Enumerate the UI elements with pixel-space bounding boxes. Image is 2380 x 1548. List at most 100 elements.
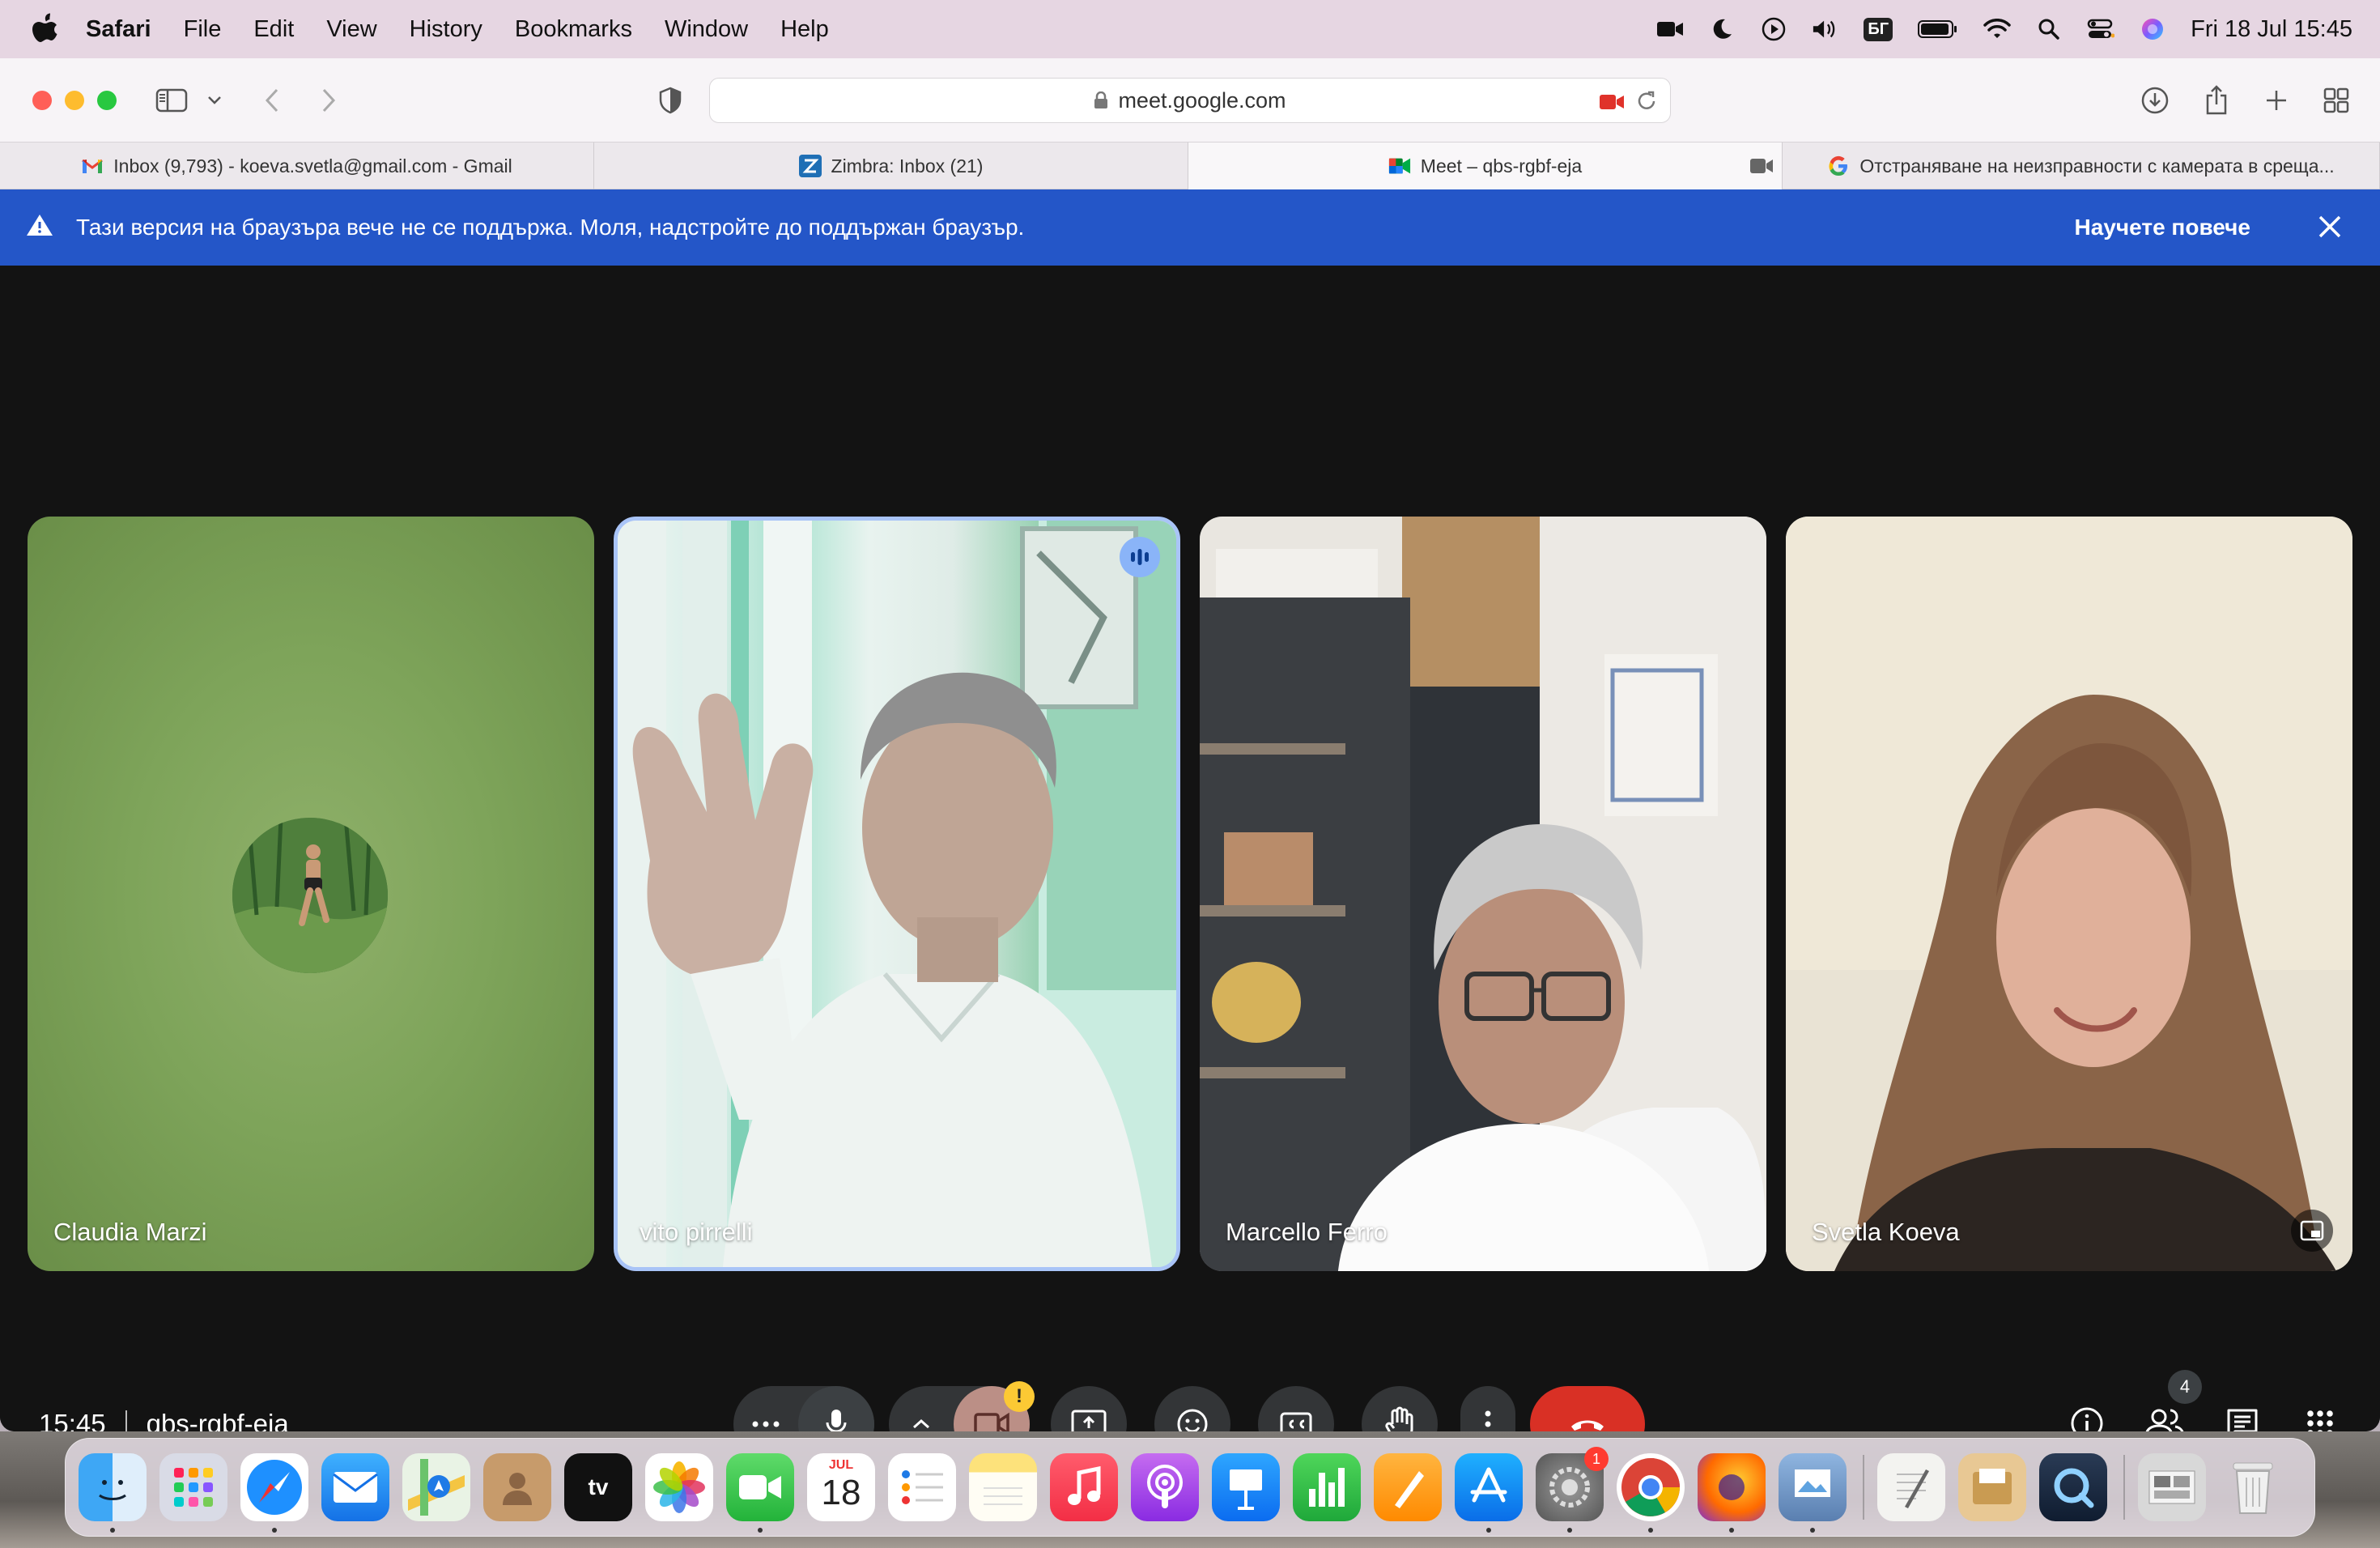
running-indicator: [1648, 1528, 1653, 1533]
wifi-icon[interactable]: [1983, 15, 2011, 43]
captions-button[interactable]: [1258, 1386, 1334, 1431]
privacy-shield-icon[interactable]: [654, 84, 686, 117]
firefox-icon[interactable]: [1698, 1453, 1766, 1533]
music-icon[interactable]: [1050, 1453, 1118, 1521]
apple-menu-icon[interactable]: [31, 13, 60, 45]
camera-in-use-icon[interactable]: [1656, 15, 1684, 43]
app-store-icon[interactable]: [1455, 1453, 1523, 1533]
battery-icon[interactable]: [1917, 15, 1959, 43]
archive-folder-icon[interactable]: [1958, 1453, 2026, 1521]
running-indicator: [1729, 1528, 1734, 1533]
downloads-icon[interactable]: [2139, 84, 2171, 117]
notes-icon[interactable]: [969, 1453, 1037, 1521]
picture-in-picture-icon[interactable]: [2291, 1210, 2333, 1252]
tab-meet[interactable]: Meet – qbs-rgbf-eja: [1188, 142, 1783, 189]
more-options-button[interactable]: [1460, 1386, 1515, 1431]
video-controls-group: !: [889, 1381, 1035, 1431]
zoom-window-button[interactable]: [97, 91, 117, 110]
facetime-icon[interactable]: [726, 1453, 794, 1533]
chrome-icon[interactable]: [1617, 1453, 1685, 1533]
finder-icon[interactable]: [79, 1453, 147, 1533]
menu-edit[interactable]: Edit: [253, 16, 294, 43]
audio-options-button[interactable]: [733, 1386, 798, 1431]
camera-recording-icon[interactable]: [1599, 91, 1625, 117]
learn-more-link[interactable]: Научете повече: [2075, 215, 2250, 240]
tab-camera-help[interactable]: Отстраняване на неизправности с камерата…: [1783, 142, 2380, 189]
reactions-button[interactable]: [1154, 1386, 1230, 1431]
system-settings-icon[interactable]: 1: [1536, 1447, 1609, 1533]
chevron-down-icon[interactable]: [202, 84, 227, 117]
preview-icon[interactable]: [1779, 1453, 1847, 1533]
siri-icon[interactable]: [2139, 15, 2166, 43]
keynote-icon[interactable]: [1212, 1453, 1280, 1521]
participant-tile-marcello[interactable]: Marcello Ferro: [1200, 517, 1766, 1271]
forward-arrow-icon[interactable]: [312, 84, 345, 117]
trash-icon[interactable]: [2219, 1453, 2287, 1521]
menu-help[interactable]: Help: [780, 16, 829, 43]
participant-tile-svetla[interactable]: Svetla Koeva: [1786, 517, 2352, 1271]
launchpad-icon[interactable]: [159, 1453, 227, 1521]
calendar-icon[interactable]: JUL 18: [807, 1453, 875, 1521]
meeting-info-button[interactable]: [2063, 1399, 2111, 1431]
menu-window[interactable]: Window: [665, 16, 748, 43]
safari-icon[interactable]: [240, 1453, 308, 1533]
menu-history[interactable]: History: [410, 16, 482, 43]
control-center-icon[interactable]: [2087, 15, 2115, 43]
participant-video: [618, 521, 1176, 1267]
sidebar-toggle-icon[interactable]: [155, 84, 188, 117]
calendar-month: JUL: [828, 1458, 854, 1472]
chat-icon: [2227, 1409, 2258, 1431]
people-button[interactable]: [2140, 1399, 2189, 1431]
tab-overview-icon[interactable]: [2320, 84, 2352, 117]
new-tab-plus-icon[interactable]: [2260, 84, 2293, 117]
participant-tile-vito[interactable]: vito pirrelli: [614, 517, 1180, 1271]
textedit-icon[interactable]: [1877, 1453, 1945, 1521]
mail-icon[interactable]: [321, 1453, 389, 1521]
reload-icon[interactable]: [1636, 90, 1657, 118]
photos-icon[interactable]: [645, 1453, 713, 1521]
menubar-clock[interactable]: Fri 18 Jul 15:45: [2191, 16, 2352, 43]
menu-file[interactable]: File: [184, 16, 222, 43]
microphone-button[interactable]: [798, 1386, 874, 1431]
spotlight-search-icon[interactable]: [2035, 15, 2063, 43]
apps-grid-icon: [2307, 1410, 2333, 1431]
menu-app-safari[interactable]: Safari: [86, 16, 151, 43]
focus-moon-icon[interactable]: [1708, 15, 1736, 43]
address-bar[interactable]: meet.google.com: [709, 78, 1671, 123]
present-screen-button[interactable]: [1051, 1386, 1127, 1431]
maps-icon[interactable]: [402, 1453, 470, 1521]
close-window-button[interactable]: [32, 91, 52, 110]
menu-view[interactable]: View: [326, 16, 376, 43]
minimize-window-button[interactable]: [65, 91, 84, 110]
menu-bookmarks[interactable]: Bookmarks: [515, 16, 632, 43]
camera-button[interactable]: !: [954, 1381, 1035, 1431]
chat-button[interactable]: [2218, 1399, 2267, 1431]
tab-zimbra[interactable]: Zimbra: Inbox (21): [594, 142, 1188, 189]
dock-separator: [2123, 1455, 2125, 1520]
apple-tv-icon[interactable]: tv: [564, 1453, 632, 1521]
tab-gmail[interactable]: Inbox (9,793) - koeva.svetla@gmail.com -…: [0, 142, 594, 189]
numbers-icon[interactable]: [1293, 1453, 1361, 1521]
video-options-button[interactable]: [889, 1386, 954, 1431]
back-arrow-icon[interactable]: [256, 84, 288, 117]
raise-hand-button[interactable]: [1362, 1386, 1438, 1431]
reminders-icon[interactable]: [888, 1453, 956, 1521]
browser-toolbar: meet.google.com: [0, 58, 2380, 142]
share-icon[interactable]: [2200, 84, 2233, 117]
volume-icon[interactable]: [1812, 15, 1839, 43]
quicktime-icon[interactable]: [2039, 1453, 2107, 1521]
now-playing-icon[interactable]: [1760, 15, 1787, 43]
leave-call-button[interactable]: [1530, 1386, 1645, 1431]
microphone-icon: [826, 1410, 847, 1431]
downloads-stack-icon[interactable]: [2138, 1453, 2206, 1521]
pages-icon[interactable]: [1374, 1453, 1442, 1521]
podcasts-icon[interactable]: [1131, 1453, 1199, 1521]
participant-tile-claudia[interactable]: Claudia Marzi: [28, 517, 594, 1271]
tab-camera-icon[interactable]: [1749, 157, 1774, 180]
close-banner-icon[interactable]: [2317, 214, 2343, 245]
participant-name: Claudia Marzi: [53, 1218, 207, 1246]
activities-button[interactable]: [2296, 1399, 2344, 1431]
input-source-badge[interactable]: БГ: [1864, 17, 1893, 41]
contacts-icon[interactable]: [483, 1453, 551, 1521]
speaking-indicator-icon: [1120, 537, 1160, 577]
